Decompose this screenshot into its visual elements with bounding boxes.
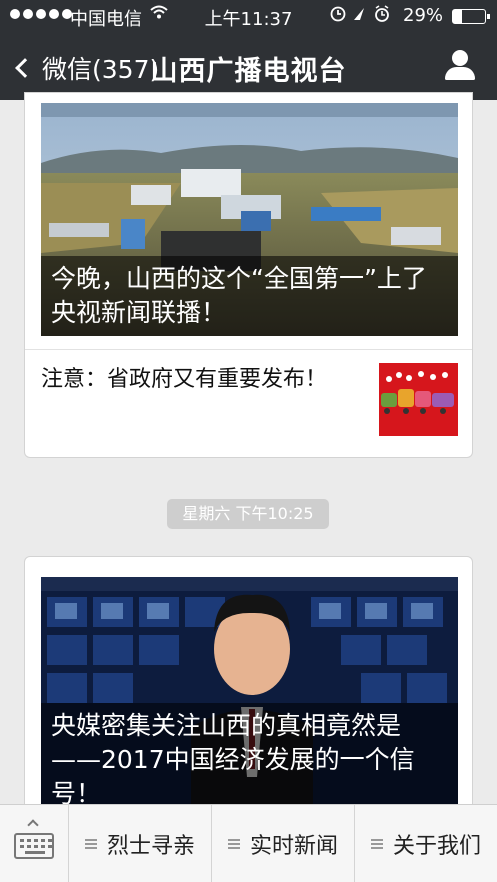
article-cover[interactable]: 今晚，山西的这个“全国第一”上了央视新闻联播！: [41, 103, 458, 336]
battery-icon: [452, 9, 490, 24]
menu-item-label: 烈士寻亲: [106, 833, 195, 859]
status-bar: 中国电信 上午11:37 29%: [0, 0, 497, 32]
page-title: 山西广播电视台: [150, 56, 347, 87]
hamburger-icon: [84, 838, 97, 849]
article-card: 央媒密集关注山西的真相竟然是——2017中国经济发展的一个信号！: [24, 556, 473, 816]
menu-item-label: 关于我们: [392, 833, 481, 859]
menu-item-label: 实时新闻: [249, 833, 338, 859]
article-cover[interactable]: 央媒密集关注山西的真相竟然是——2017中国经济发展的一个信号！: [41, 577, 458, 815]
keyboard-icon[interactable]: [0, 805, 69, 882]
hamburger-icon: [370, 838, 383, 849]
article-card: 今晚，山西的这个“全国第一”上了央视新闻联播！ 注意：省政府又有重要发布！: [24, 92, 473, 458]
menu-item-live-news[interactable]: 实时新闻: [212, 805, 355, 882]
menu-item-martyr-search[interactable]: 烈士寻亲: [69, 805, 212, 882]
hamburger-icon: [227, 838, 240, 849]
bottom-menu: 烈士寻亲 实时新闻 关于我们: [0, 804, 497, 882]
article-headline: 今晚，山西的这个“全国第一”上了央视新闻联播！: [41, 256, 458, 336]
battery-percent: 29%: [403, 5, 444, 26]
timestamp-badge: 星期六 下午10:25: [167, 499, 329, 529]
article-thumbnail[interactable]: [379, 363, 458, 436]
article-sub-title[interactable]: 注意：省政府又有重要发布！: [41, 365, 341, 394]
article-headline: 央媒密集关注山西的真相竟然是——2017中国经济发展的一个信号！: [41, 703, 458, 815]
status-icons: [330, 5, 394, 27]
divider: [25, 349, 472, 350]
person-icon[interactable]: [445, 50, 475, 82]
menu-item-about-us[interactable]: 关于我们: [355, 805, 497, 882]
nav-bar: 微信(357) 山西广播电视台: [0, 32, 497, 100]
